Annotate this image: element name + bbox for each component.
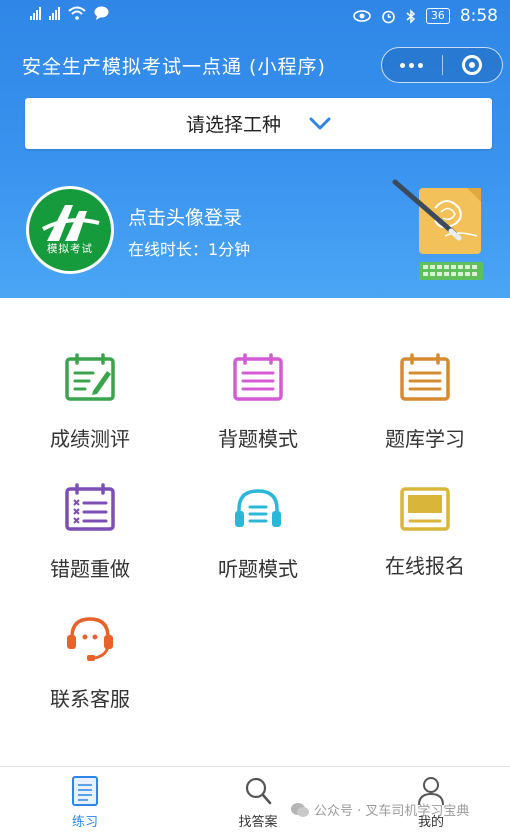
watermark: 公众号 · 叉车司机学习宝典 <box>290 800 469 819</box>
clock: 8:58 <box>459 6 498 26</box>
more-button[interactable] <box>382 48 442 82</box>
target-icon <box>462 55 483 75</box>
practice-icon <box>72 776 98 806</box>
signal-icon <box>30 6 41 20</box>
menu-question-bank[interactable]: 题库学习 <box>340 298 510 451</box>
miniprogram-capsule <box>381 47 503 83</box>
login-prompt[interactable]: 点击头像登录 <box>128 203 242 230</box>
close-miniprogram-button[interactable] <box>443 48 503 82</box>
signup-badge-icon <box>400 487 450 531</box>
watermark-text: 公众号 · 叉车司机学习宝典 <box>314 804 470 819</box>
avatar-caption: 模拟考试 <box>47 243 93 255</box>
recite-list-icon <box>233 353 283 401</box>
customer-service-icon <box>67 617 113 661</box>
alarm-icon <box>382 10 395 23</box>
avatar-logo: 模拟考试 <box>29 189 111 271</box>
header-banner: 36 8:58 安全生产模拟考试一点通 (小程序) 请选择工种 模拟考试 点击头… <box>0 0 510 298</box>
job-type-selector[interactable]: 请选择工种 <box>25 98 492 149</box>
tab-practice[interactable]: 练习 <box>40 767 130 834</box>
selector-label: 请选择工种 <box>185 114 281 136</box>
menu-label: 听题模式 <box>218 557 298 581</box>
bluetooth-icon <box>406 8 415 24</box>
search-icon <box>245 777 272 805</box>
menu-recite-mode[interactable]: 背题模式 <box>173 298 343 451</box>
wifi-icon <box>68 6 86 20</box>
eye-icon <box>353 10 371 22</box>
avatar[interactable]: 模拟考试 <box>26 186 114 274</box>
title-bar: 安全生产模拟考试一点通 (小程序) <box>0 40 510 90</box>
headphones-icon <box>235 489 281 527</box>
menu-score-evaluation[interactable]: 成绩测评 <box>5 298 175 451</box>
road-logo-icon <box>42 205 100 241</box>
signal-indicators <box>30 6 109 20</box>
menu-label: 联系客服 <box>50 687 130 711</box>
online-duration: 在线时长：1分钟 <box>128 240 251 259</box>
chat-bubble-icon <box>94 6 109 20</box>
question-bank-icon <box>400 353 450 401</box>
more-dots-icon <box>400 62 424 68</box>
menu-label: 在线报名 <box>385 554 465 578</box>
score-sheet-icon <box>65 353 115 401</box>
study-illustration-icon <box>392 179 483 280</box>
status-bar: 36 8:58 <box>0 0 510 34</box>
signal-icon <box>49 6 60 20</box>
page-title: 安全生产模拟考试一点通 (小程序) <box>22 56 326 78</box>
chevron-down-icon <box>309 117 331 129</box>
menu-customer-service[interactable]: 联系客服 <box>5 558 175 711</box>
menu-listen-mode[interactable]: 听题模式 <box>173 428 343 581</box>
tab-label: 练习 <box>71 815 98 830</box>
system-indicators: 36 8:58 <box>353 6 498 26</box>
battery-indicator: 36 <box>425 8 450 24</box>
wrong-questions-icon <box>65 483 115 531</box>
wechat-official-icon <box>291 802 309 817</box>
menu-online-signup[interactable]: 在线报名 <box>340 428 510 578</box>
menu-wrong-redo[interactable]: 错题重做 <box>5 428 175 581</box>
